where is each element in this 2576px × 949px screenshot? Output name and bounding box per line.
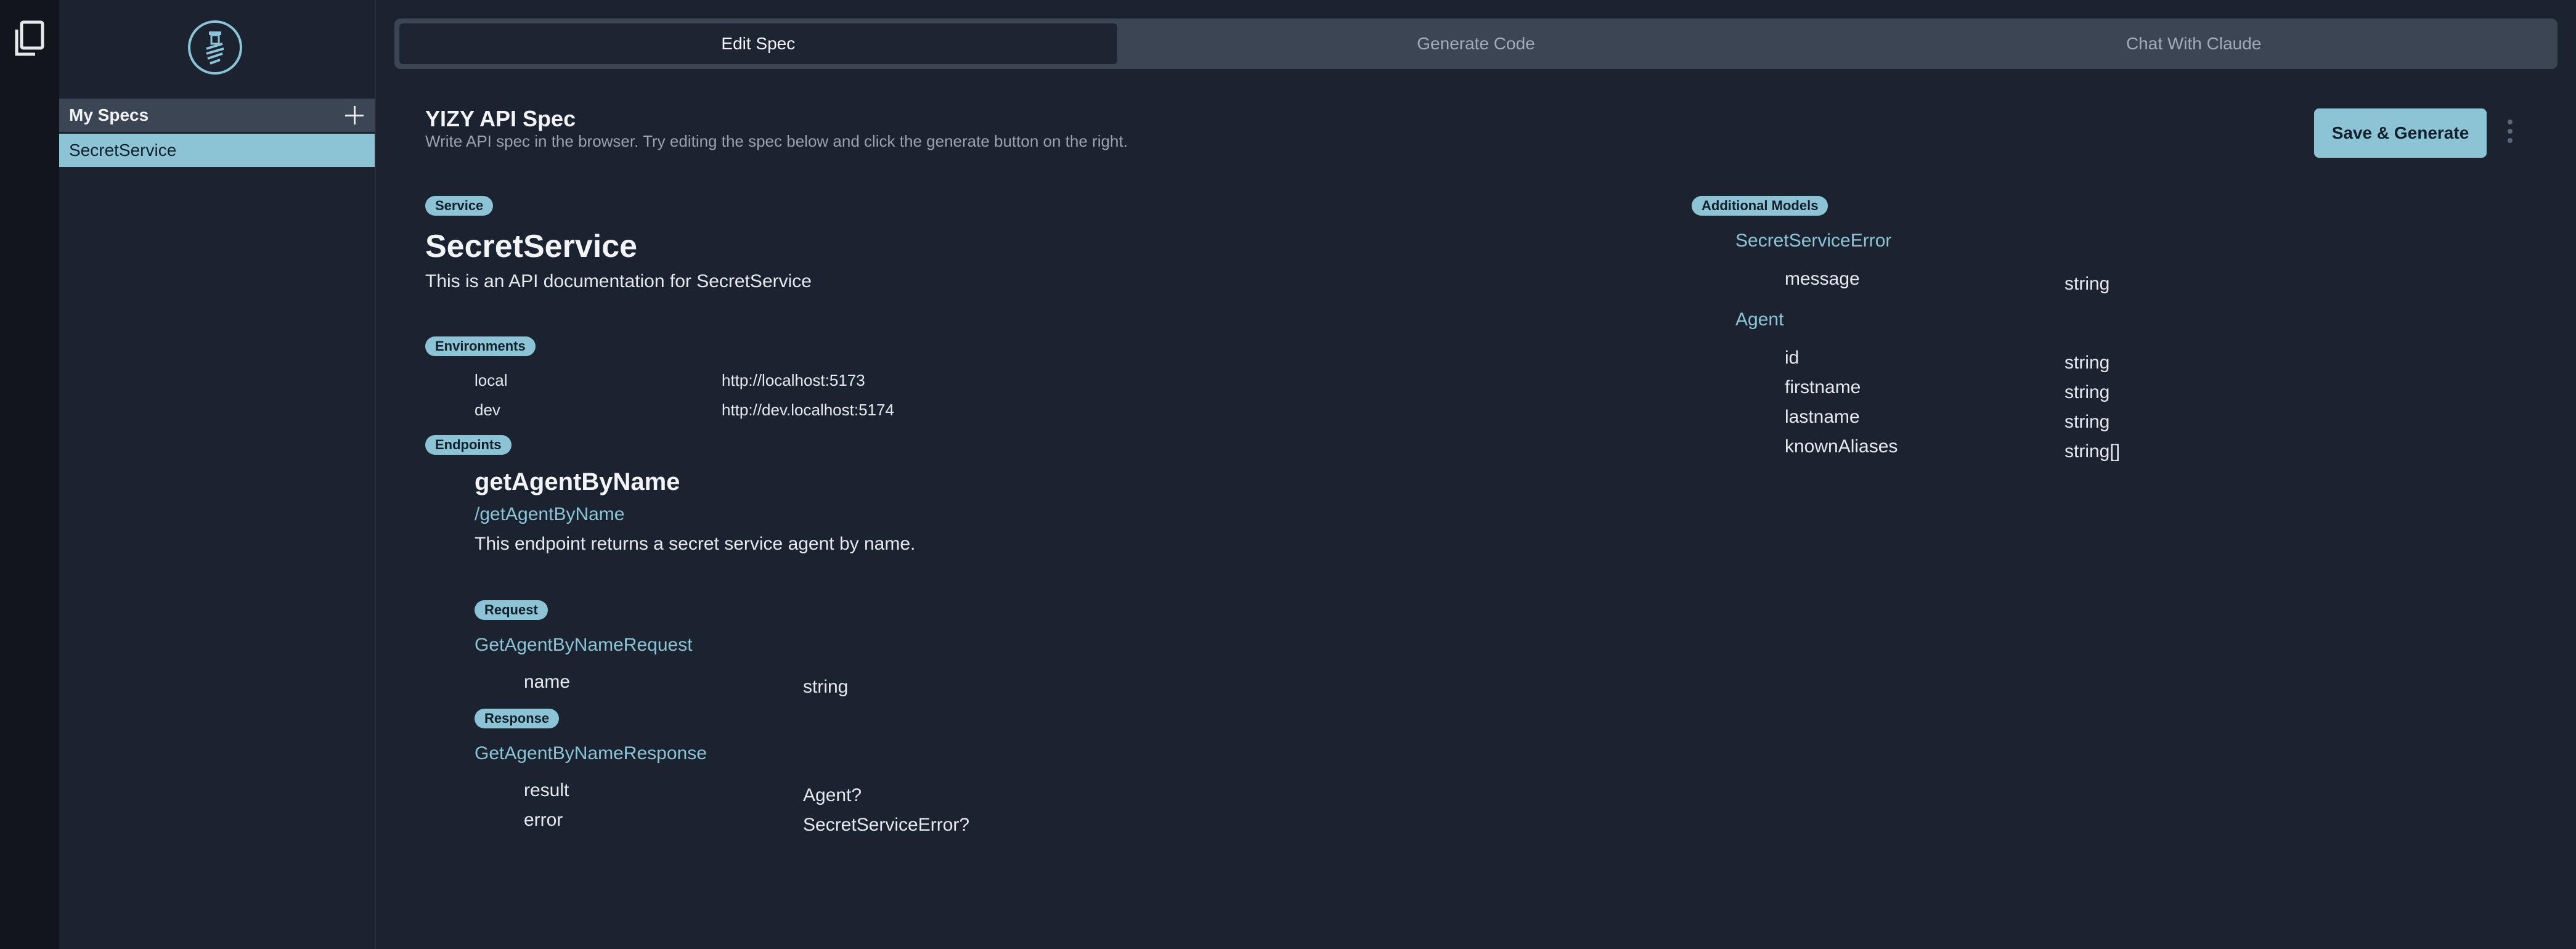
field-type: string — [2064, 382, 2110, 402]
sidebar: My Specs SecretService — [59, 0, 376, 949]
field-name: firstname — [1785, 377, 1861, 397]
field-type: SecretServiceError? — [803, 815, 970, 835]
documents-icon[interactable] — [12, 20, 47, 58]
field-type: string[] — [2064, 441, 2121, 462]
page-title: YIZY API Spec — [425, 106, 576, 131]
response-badge: Response — [475, 709, 560, 728]
env-url: http://localhost:5173 — [722, 371, 865, 389]
model-name: SecretServiceError — [1735, 230, 1892, 251]
field-type: string — [2064, 352, 2110, 373]
additional-models-badge: Additional Models — [1692, 196, 1828, 216]
request-model-name: GetAgentByNameRequest — [475, 635, 693, 655]
endpoint-path[interactable]: /getAgentByName — [475, 504, 624, 525]
environments-badge: Environments — [425, 336, 536, 356]
endpoint-name: getAgentByName — [475, 468, 680, 495]
save-generate-button[interactable]: Save & Generate — [2314, 108, 2487, 158]
field-name: error — [524, 810, 563, 830]
service-badge: Service — [425, 196, 494, 216]
app-logo-icon — [188, 20, 242, 75]
tab-bar: Edit Spec Generate Code Chat With Claude — [394, 18, 2558, 69]
model-name: Agent — [1735, 309, 1784, 330]
env-name: local — [475, 371, 508, 389]
request-badge: Request — [475, 600, 548, 620]
endpoint-description: This endpoint returns a secret service a… — [475, 534, 916, 554]
endpoints-badge: Endpoints — [425, 435, 512, 455]
field-name: knownAliases — [1785, 436, 1898, 457]
service-name: SecretService — [425, 229, 638, 264]
add-spec-icon[interactable] — [345, 106, 364, 124]
more-options-icon[interactable] — [2507, 120, 2513, 144]
field-name: result — [524, 780, 569, 800]
my-specs-title: My Specs — [69, 105, 149, 124]
env-name: dev — [475, 401, 500, 419]
field-type: string — [2064, 412, 2110, 432]
page-subtitle: Write API spec in the browser. Try editi… — [425, 132, 1128, 150]
tab-generate-code[interactable]: Generate Code — [1117, 23, 1835, 64]
field-type: string — [803, 677, 849, 697]
tab-chat-with-claude[interactable]: Chat With Claude — [1835, 23, 2553, 64]
field-type: Agent? — [803, 785, 862, 805]
env-url: http://dev.localhost:5174 — [722, 401, 894, 419]
sidebar-item-secretservice[interactable]: SecretService — [59, 134, 375, 167]
service-description: This is an API documentation for SecretS… — [425, 271, 812, 291]
response-model-name: GetAgentByNameResponse — [475, 743, 707, 764]
tab-edit-spec[interactable]: Edit Spec — [399, 23, 1117, 64]
field-name: name — [524, 672, 571, 692]
field-type: string — [2064, 274, 2110, 294]
field-name: message — [1785, 269, 1860, 289]
my-specs-header: My Specs — [59, 99, 375, 132]
field-name: lastname — [1785, 407, 1860, 427]
field-name: id — [1785, 348, 1800, 368]
icon-rail — [0, 0, 59, 949]
